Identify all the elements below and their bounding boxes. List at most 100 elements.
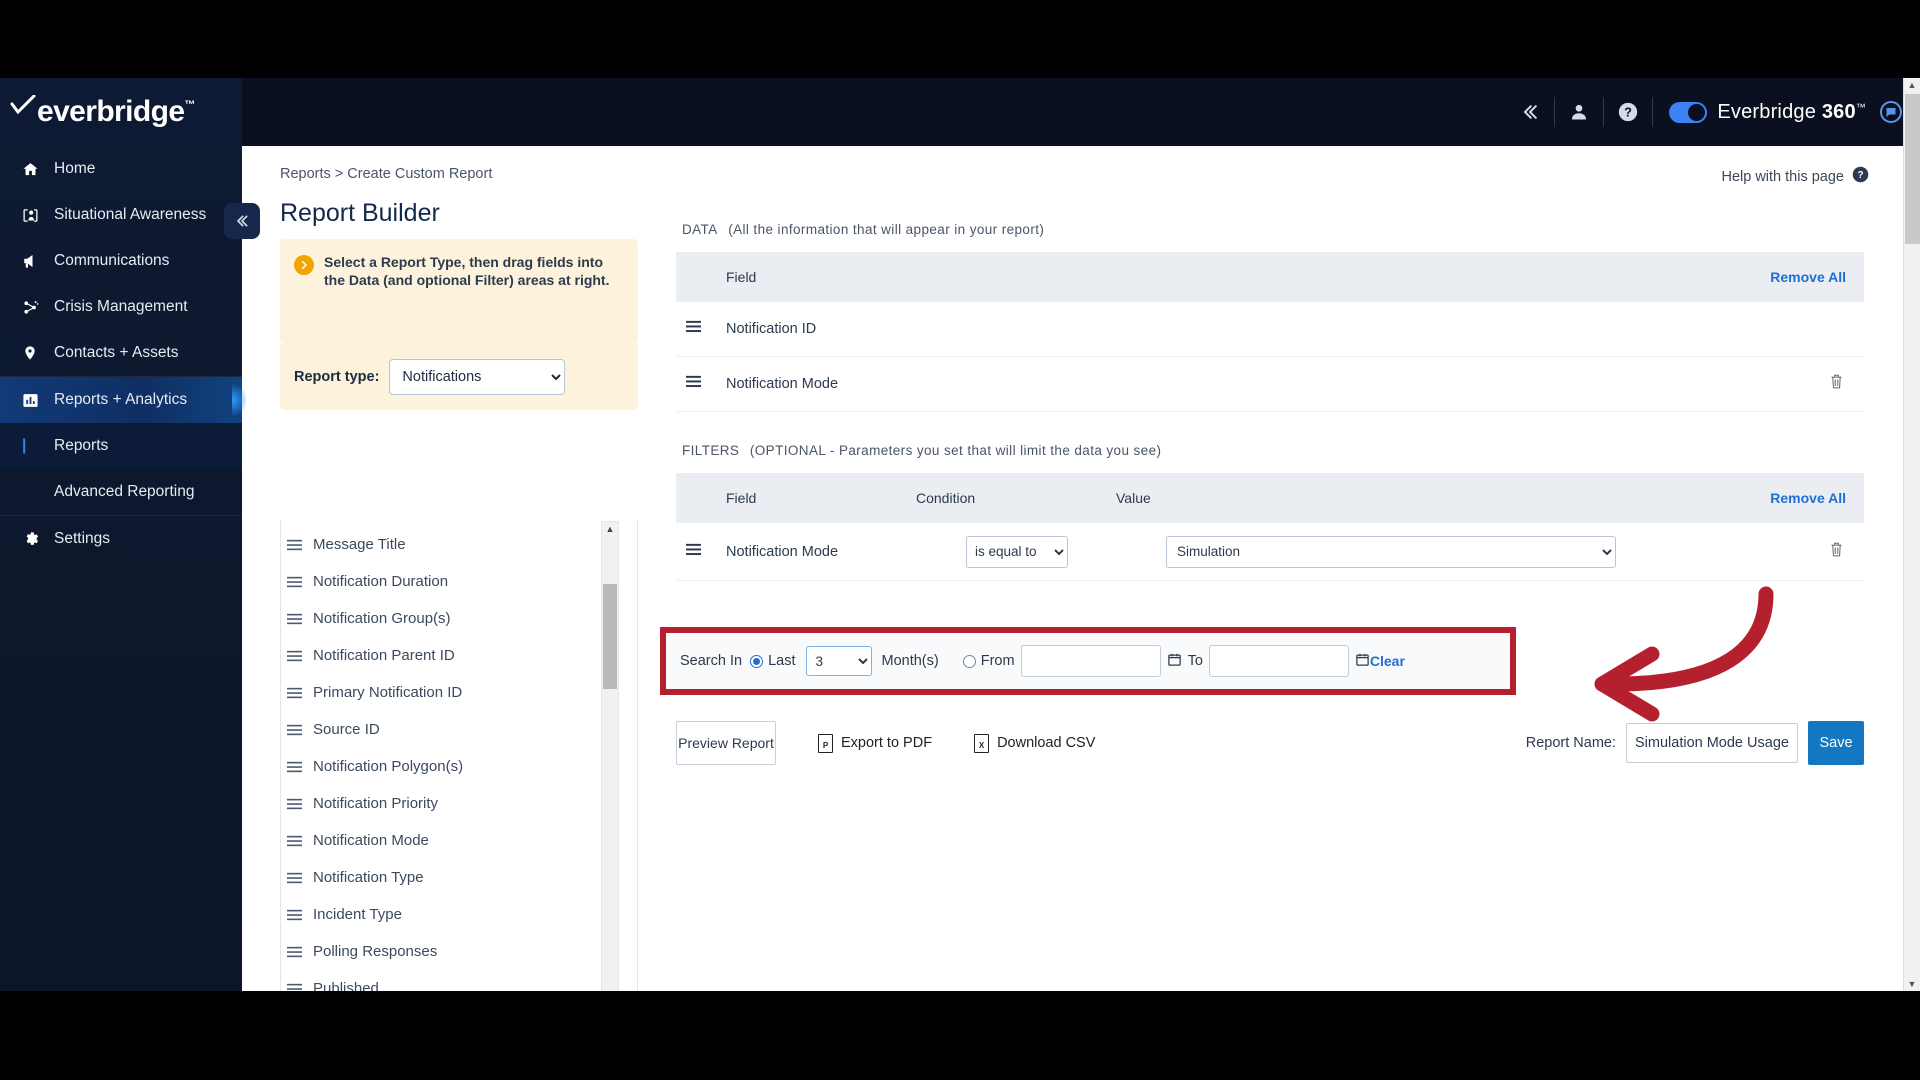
- drag-handle-icon[interactable]: [287, 687, 313, 699]
- field-list-item-label: Incident Type: [313, 906, 402, 923]
- delete-row-trash-icon[interactable]: [1829, 373, 1844, 395]
- everbridge-360-toggle[interactable]: [1669, 101, 1708, 123]
- logo-text-group: everbridge ™: [10, 94, 195, 129]
- field-list-item[interactable]: Source ID: [281, 711, 637, 748]
- export-to-pdf-button[interactable]: P Export to PDF: [818, 733, 933, 753]
- everbridge-logo[interactable]: everbridge ™: [0, 78, 242, 146]
- field-list-item[interactable]: Notification Group(s): [281, 600, 637, 637]
- export-to-pdf-label: Export to PDF: [841, 735, 933, 751]
- collapse-chevrons-icon[interactable]: [1506, 78, 1554, 146]
- drag-handle-icon[interactable]: [287, 835, 313, 847]
- chat-bubble-icon[interactable]: [1880, 101, 1902, 123]
- available-fields-list[interactable]: Message Title Notification Duration Notifi…: [280, 520, 638, 991]
- drag-handle-icon[interactable]: [287, 724, 313, 736]
- filter-condition-select[interactable]: is equal tois not equal tocontains: [966, 535, 1068, 568]
- sidebar-item-reports-analytics[interactable]: Reports + Analytics: [0, 377, 246, 423]
- brand-tm: ™: [1855, 101, 1866, 113]
- scrollbar-thumb[interactable]: [603, 584, 617, 689]
- sidebar-item-advanced-reporting[interactable]: | Advanced Reporting: [0, 469, 242, 515]
- search-in-from-radio[interactable]: [962, 654, 976, 668]
- field-list-item[interactable]: Notification Priority: [281, 785, 637, 822]
- sidebar-item-label: Home: [54, 160, 96, 177]
- drag-handle-icon[interactable]: [287, 909, 313, 921]
- save-button[interactable]: Save: [1808, 721, 1864, 765]
- drag-handle-icon[interactable]: [287, 983, 313, 992]
- filters-table-header: Field Condition Value Remove All: [676, 473, 1864, 523]
- drag-handle-icon[interactable]: [676, 543, 726, 561]
- field-list-scrollbar[interactable]: ▲ ▼: [601, 521, 619, 991]
- sidebar-subitem-label: Reports: [54, 437, 109, 454]
- field-list-item[interactable]: Message Title: [281, 526, 637, 563]
- report-name-label: Report Name:: [1525, 735, 1616, 751]
- scroll-up-arrow-icon[interactable]: ▲: [1904, 80, 1920, 90]
- help-with-this-page-link[interactable]: Help with this page ?: [1721, 166, 1869, 187]
- sidebar-item-home[interactable]: Home: [0, 146, 242, 192]
- drag-handle-icon[interactable]: [676, 320, 726, 338]
- scrollbar-thumb[interactable]: [1905, 94, 1920, 244]
- table-row[interactable]: Notification Mode: [676, 357, 1864, 412]
- bar-chart-icon: [22, 392, 54, 409]
- report-type-select[interactable]: NotificationsContactsIncidentsAssets: [389, 359, 566, 395]
- drag-handle-icon[interactable]: [287, 946, 313, 958]
- field-list-item[interactable]: Notification Mode: [281, 822, 637, 859]
- drag-handle-icon[interactable]: [287, 613, 313, 625]
- preview-report-button[interactable]: Preview Report: [676, 721, 776, 765]
- drag-handle-icon[interactable]: [287, 650, 313, 662]
- filter-value-select[interactable]: SimulationLiveTest: [1166, 535, 1616, 568]
- field-list-item[interactable]: Primary Notification ID: [281, 674, 637, 711]
- field-list-item[interactable]: Published: [281, 970, 637, 991]
- table-row[interactable]: Notification Mode is equal tois not equal…: [676, 523, 1864, 581]
- sidebar-item-contacts-assets[interactable]: Contacts + Assets: [0, 330, 242, 376]
- user-icon[interactable]: [1555, 78, 1603, 146]
- search-in-label: Search In: [680, 653, 743, 669]
- search-in-months-unit: Month(s): [881, 653, 939, 669]
- drag-handle-icon[interactable]: [287, 761, 313, 773]
- delete-row-trash-icon[interactable]: [1829, 541, 1844, 563]
- sidebar-item-crisis-management[interactable]: Crisis Management: [0, 284, 242, 330]
- logo-wordmark: everbridge: [37, 95, 185, 128]
- field-list-item[interactable]: Polling Responses: [281, 933, 637, 970]
- data-remove-all-link[interactable]: Remove All: [1770, 269, 1846, 285]
- drag-handle-icon[interactable]: [287, 539, 313, 551]
- help-circle-icon[interactable]: ?: [1604, 78, 1652, 146]
- report-name-input[interactable]: [1626, 723, 1798, 763]
- drag-handle-icon[interactable]: [287, 798, 313, 810]
- data-heading-text: DATA: [682, 222, 718, 237]
- field-list-item[interactable]: Notification Parent ID: [281, 637, 637, 674]
- download-csv-button[interactable]: X Download CSV: [974, 733, 1095, 753]
- sidebar-item-settings[interactable]: Settings: [0, 516, 242, 562]
- calendar-icon[interactable]: [1355, 652, 1370, 671]
- scroll-up-arrow-icon[interactable]: ▲: [602, 524, 618, 534]
- data-column-field: Field: [726, 269, 757, 285]
- search-in-from-date-input[interactable]: [1020, 645, 1161, 677]
- data-row-field-label: Notification Mode: [726, 376, 839, 392]
- page-scrollbar[interactable]: ▲ ▼: [1903, 78, 1920, 991]
- table-row[interactable]: Notification ID: [676, 302, 1864, 357]
- breadcrumb[interactable]: Reports > Create Custom Report: [280, 166, 492, 182]
- drag-handle-icon[interactable]: [676, 375, 726, 393]
- sidebar-item-label: Contacts + Assets: [54, 344, 179, 361]
- sidebar-item-situational-awareness[interactable]: Situational Awareness: [0, 192, 242, 238]
- search-in-last-radio[interactable]: [750, 654, 764, 668]
- search-in-to-date-input[interactable]: [1208, 645, 1349, 677]
- help-circle-icon: ?: [1852, 166, 1869, 187]
- field-list-item[interactable]: Incident Type: [281, 896, 637, 933]
- drag-handle-icon[interactable]: [287, 576, 313, 588]
- calendar-icon[interactable]: [1167, 652, 1182, 671]
- search-in-clear-link[interactable]: Clear: [1370, 653, 1405, 669]
- filters-table-body: Notification Mode is equal tois not equal…: [676, 523, 1864, 581]
- drag-handle-icon[interactable]: [287, 872, 313, 884]
- sidebar-collapse-button[interactable]: [224, 203, 260, 239]
- field-list-item[interactable]: Notification Type: [281, 859, 637, 896]
- field-list-item[interactable]: Notification Polygon(s): [281, 748, 637, 785]
- scroll-down-arrow-icon[interactable]: ▼: [1904, 979, 1920, 989]
- field-list-item[interactable]: Notification Duration: [281, 563, 637, 600]
- filters-remove-all-link[interactable]: Remove All: [1770, 490, 1846, 506]
- situational-awareness-icon: [22, 207, 54, 224]
- sidebar-item-label: Crisis Management: [54, 298, 188, 315]
- sidebar-item-communications[interactable]: Communications: [0, 238, 242, 284]
- field-list-item-label: Source ID: [313, 721, 380, 738]
- sidebar-item-reports[interactable]: | Reports: [0, 423, 242, 469]
- search-in-months-select[interactable]: 123612: [805, 646, 872, 676]
- search-in-to-label: To: [1187, 653, 1203, 669]
